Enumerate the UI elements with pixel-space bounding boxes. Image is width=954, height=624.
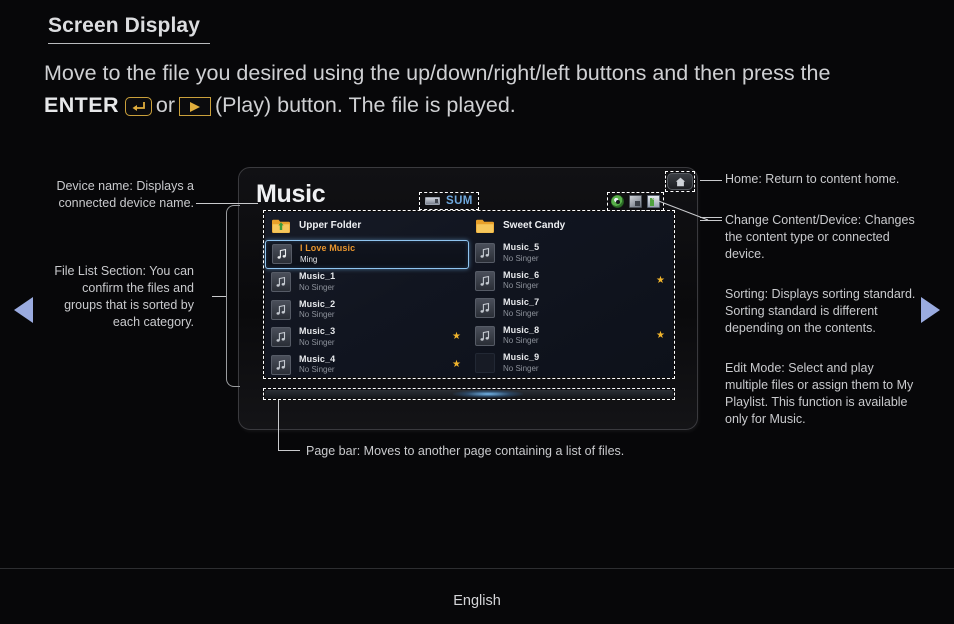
file-list-annotation-box [263,210,675,379]
annotation-page-bar: Page bar: Moves to another page containi… [306,444,625,458]
annotation-file-list: File List Section: You can confirm the f… [54,264,194,329]
tv-screen-title: Music [256,180,326,208]
prev-page-arrow-icon[interactable] [14,297,33,323]
intro-or: or [155,93,175,117]
device-name-label: SUM [446,195,473,207]
page-title-underline [48,43,210,44]
change-device-icon[interactable] [629,195,642,208]
intro-tail: (Play) button. The file is played. [215,93,516,117]
intro-paragraph: Move to the file you desired using the u… [44,57,924,121]
content-disc-icon[interactable] [611,195,624,208]
annotation-device-name: Device name: Displays a connected device… [56,179,194,210]
annotation-edit-mode: Edit Mode: Select and play multiple file… [725,361,914,426]
leader-line-change-content-b [700,220,722,221]
leader-line-page-bar-horizontal [278,450,300,451]
next-page-arrow-icon[interactable] [921,297,940,323]
annotation-change-content: Change Content/Device: Changes the conte… [725,213,915,261]
home-annotation-box [665,171,695,192]
leader-line-home [700,180,722,181]
page-title: Screen Display [48,14,200,37]
usb-device-icon [425,197,440,205]
tool-icon-cluster[interactable] [607,192,664,211]
leader-line-file-list [212,296,226,297]
annotation-sorting: Sorting: Displays sorting standard. Sort… [725,287,916,335]
annotation-home: Home: Return to content home. [725,172,900,186]
enter-key-icon [124,97,152,116]
enter-return-arrow-icon [132,102,145,111]
intro-line-1: Move to the file you desired using the u… [44,61,831,85]
footer-divider [0,568,954,569]
play-triangle-icon [190,102,200,112]
device-name-badge: SUM [419,192,479,210]
play-key-icon [179,97,211,116]
tv-screen-mockup: Music SUM Upper Folder I Love Music Ming… [238,167,698,430]
page-bar-annotation-box [263,388,675,400]
enter-keyword: ENTER [44,93,119,117]
file-list-bracket [226,205,240,387]
footer-language-label: English [453,593,501,609]
leader-line-device-name [196,203,258,204]
leader-line-page-bar-vertical [278,400,279,450]
